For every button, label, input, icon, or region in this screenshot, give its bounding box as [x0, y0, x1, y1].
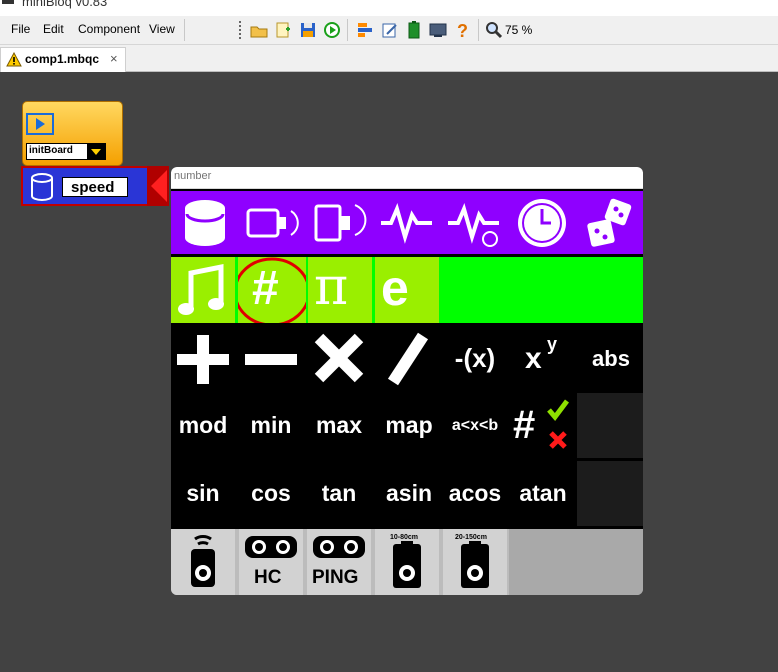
ultrasonic-hc-icon[interactable]: HC	[239, 529, 303, 595]
cos-operator[interactable]: cos	[239, 461, 303, 526]
bloq-picker-popup: # π e -(x) x y abs mod min max map a<x<b…	[171, 167, 643, 595]
servo-icon[interactable]	[311, 191, 369, 254]
save-icon[interactable]	[298, 20, 318, 40]
subtract-operator[interactable]	[239, 326, 303, 391]
euler-constant-label: e	[381, 260, 409, 316]
dice-icon[interactable]	[581, 191, 639, 254]
asin-operator[interactable]: asin	[375, 461, 443, 526]
warning-icon	[6, 52, 22, 67]
play-icon	[26, 113, 54, 135]
empty-cell	[577, 393, 643, 458]
tab-label: comp1.mbqc	[25, 52, 100, 66]
tab-bar: comp1.mbqc ×	[0, 45, 778, 72]
menu-bar: File Edit Component View ? 75 %	[0, 16, 778, 45]
ir-remote-icon[interactable]	[171, 529, 235, 595]
tab-close-icon[interactable]: ×	[110, 51, 118, 66]
pi-icon[interactable]: π	[308, 257, 372, 323]
add-operator[interactable]	[171, 326, 235, 391]
pi-constant-label: π	[314, 257, 349, 317]
in-range-operator[interactable]: a<x<b	[443, 393, 507, 458]
signal-timer-icon[interactable]	[445, 191, 503, 254]
variable-name: speed	[71, 179, 115, 196]
board-select[interactable]: initBoard	[26, 143, 106, 160]
motor-icon[interactable]	[243, 191, 301, 254]
new-file-icon[interactable]	[273, 20, 293, 40]
category-row	[171, 191, 643, 254]
toolbar-separator	[347, 19, 348, 41]
variable-name-field[interactable]: speed	[62, 177, 128, 197]
bloq-connector[interactable]	[147, 166, 169, 206]
battery-icon[interactable]	[404, 20, 424, 40]
svg-text:?: ?	[457, 21, 468, 40]
clock-icon[interactable]	[513, 191, 571, 254]
tan-operator[interactable]: tan	[307, 461, 371, 526]
empty-cell	[577, 461, 643, 526]
database-icon[interactable]	[177, 191, 233, 254]
divide-operator[interactable]	[375, 326, 439, 391]
variable-bloq-speed[interactable]: speed	[21, 166, 149, 206]
open-folder-icon[interactable]	[249, 20, 269, 40]
edit-icon[interactable]	[380, 20, 400, 40]
database-icon	[31, 173, 53, 201]
ping-label: PING	[312, 567, 359, 588]
menu-file[interactable]: File	[11, 22, 30, 36]
distance-sensor-20-150-icon[interactable]: 20-150cm	[443, 529, 507, 595]
euler-icon[interactable]: e	[375, 257, 439, 323]
run-icon[interactable]	[322, 20, 342, 40]
chevron-down-icon[interactable]	[87, 144, 105, 159]
zoom-icon[interactable]	[484, 20, 504, 40]
toolbar-separator	[478, 19, 479, 41]
max-operator[interactable]: max	[307, 393, 371, 458]
window-title: miniBloq v0.83	[22, 0, 108, 9]
signal-icon[interactable]	[378, 191, 436, 254]
ultrasonic-ping-icon[interactable]: PING	[307, 529, 371, 595]
negate-operator[interactable]: -(x)	[443, 326, 507, 391]
multiply-operator[interactable]	[307, 326, 371, 391]
tab-comp1[interactable]: comp1.mbqc ×	[0, 47, 126, 72]
constants-row: # π e	[171, 257, 643, 323]
number-icon[interactable]: #	[238, 257, 306, 323]
sensors-row: HC PING 10-80cm 20-150cm	[171, 529, 643, 595]
init-board-bloq[interactable]: initBoard	[22, 101, 123, 166]
menu-separator	[184, 19, 185, 41]
help-icon[interactable]: ?	[452, 20, 472, 41]
app-icon	[2, 0, 14, 4]
menu-component[interactable]: Component	[78, 22, 140, 36]
zoom-level[interactable]: 75 %	[505, 23, 532, 37]
search-input[interactable]	[174, 170, 634, 182]
menu-edit[interactable]: Edit	[43, 22, 64, 36]
menu-view[interactable]: View	[149, 22, 175, 36]
is-number-icon[interactable]: #	[511, 393, 575, 458]
abs-operator[interactable]: abs	[579, 326, 643, 391]
board-select-value: initBoard	[29, 145, 73, 156]
acos-operator[interactable]: acos	[443, 461, 507, 526]
mod-operator[interactable]: mod	[171, 393, 235, 458]
block-icon[interactable]	[355, 20, 375, 40]
music-note-icon[interactable]	[171, 257, 235, 323]
hc-label: HC	[254, 567, 282, 588]
toolbar-grip[interactable]	[239, 21, 241, 39]
empty-cell	[509, 529, 643, 595]
min-operator[interactable]: min	[239, 393, 303, 458]
power-operator[interactable]: x y	[511, 326, 575, 391]
sin-operator[interactable]: sin	[171, 461, 235, 526]
picker-search	[171, 167, 643, 189]
distance-sensor-10-80-icon[interactable]: 10-80cm	[375, 529, 439, 595]
atan-operator[interactable]: atan	[511, 461, 575, 526]
map-operator[interactable]: map	[375, 393, 443, 458]
title-bar: miniBloq v0.83	[0, 0, 778, 16]
terminal-icon[interactable]	[428, 20, 448, 40]
